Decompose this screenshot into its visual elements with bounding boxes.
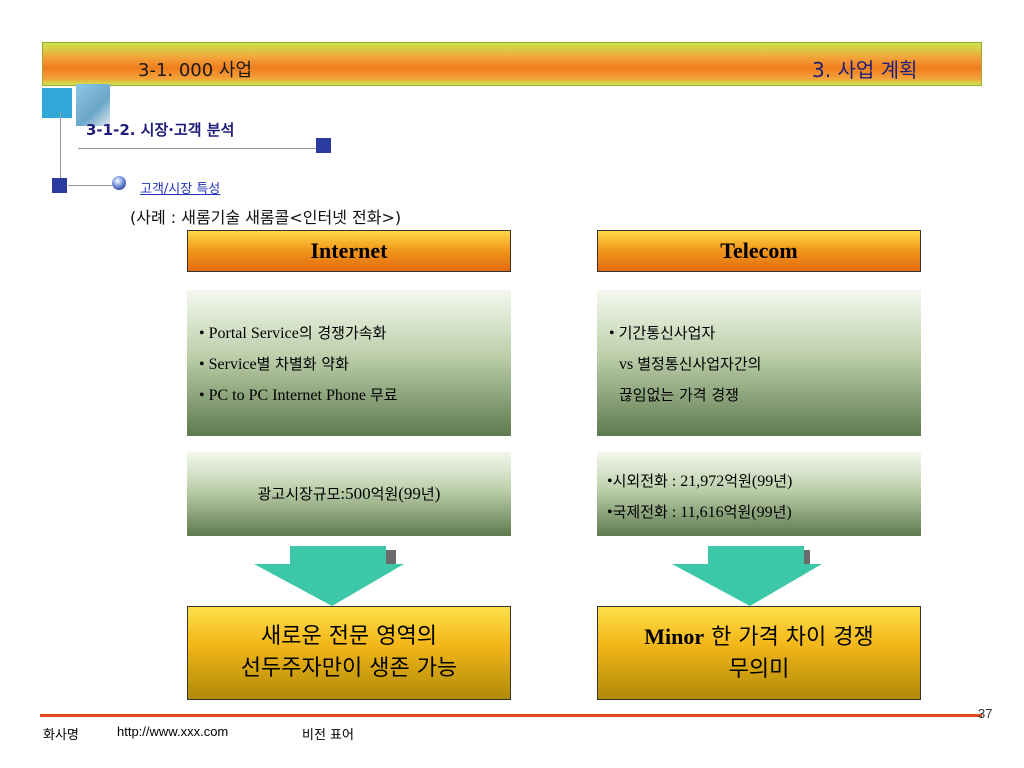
divider-line: [78, 148, 322, 149]
footer-company: 화사명: [43, 728, 79, 743]
divider-line: [60, 112, 61, 184]
internet-market-box: 광고시장규모:500억원(99년): [187, 452, 511, 536]
market-characteristics-link[interactable]: 고객/시장 특성: [140, 178, 220, 197]
logo-decoration: [42, 88, 72, 118]
footer-url: http://www.xxx.com: [117, 724, 229, 739]
feature-item: • 기간통신사업자: [609, 324, 716, 342]
square-bullet-icon: [316, 138, 331, 153]
footer-divider: [40, 714, 982, 717]
feature-item: • PC to PC Internet Phone 무료: [199, 386, 398, 404]
section-title: 3-1. 000 사업: [138, 60, 253, 81]
subsection-title: 3-1-2. 시장·고객 분석: [86, 121, 235, 139]
internet-features-box: • Portal Service의 경쟁가속화 • Service별 차별화 약…: [187, 290, 511, 436]
internet-conclusion-box: 새로운 전문 영역의 선두주자만이 생존 가능: [187, 606, 511, 700]
feature-item: • Portal Service의 경쟁가속화: [199, 324, 387, 342]
divider-line: [68, 185, 116, 186]
market-size: 광고시장규모:500억원(99년): [257, 484, 441, 503]
market-size: •국제전화 : 11,616억원(99년): [607, 503, 792, 521]
chapter-title: 3. 사업 계획: [812, 58, 918, 82]
footer-vision: 비전 표어: [302, 728, 354, 743]
page-number: 37: [978, 706, 993, 721]
conclusion-line: 새로운 전문 영역의: [261, 624, 437, 649]
down-arrow-icon: [254, 546, 404, 606]
conclusion-line: Minor 한 가격 차이 경쟁: [644, 623, 874, 650]
feature-item: 끊임없는 가격 경쟁: [619, 386, 739, 404]
conclusion-line: 무의미: [728, 656, 790, 682]
down-arrow-icon: [672, 546, 822, 606]
telecom-features-box: • 기간통신사업자 vs 별정통신사업자간의 끊임없는 가격 경쟁: [597, 290, 921, 436]
feature-item: • Service별 차별화 약화: [199, 355, 349, 373]
telecom-conclusion-box: Minor 한 가격 차이 경쟁 무의미: [597, 606, 921, 700]
example-caption: (사례 : 새롬기술 새롬콜<인터넷 전화>): [130, 208, 402, 227]
market-size: •시외전화 : 21,972억원(99년): [607, 472, 793, 490]
square-bullet-icon: [52, 178, 67, 193]
conclusion-line: 선두주자만이 생존 가능: [240, 656, 458, 681]
circle-bullet-icon: [112, 176, 126, 190]
feature-item: vs 별정통신사업자간의: [619, 355, 762, 373]
telecom-market-box: •시외전화 : 21,972억원(99년) •국제전화 : 11,616억원(9…: [597, 452, 921, 536]
internet-header: Internet: [187, 230, 511, 272]
telecom-header: Telecom: [597, 230, 921, 272]
